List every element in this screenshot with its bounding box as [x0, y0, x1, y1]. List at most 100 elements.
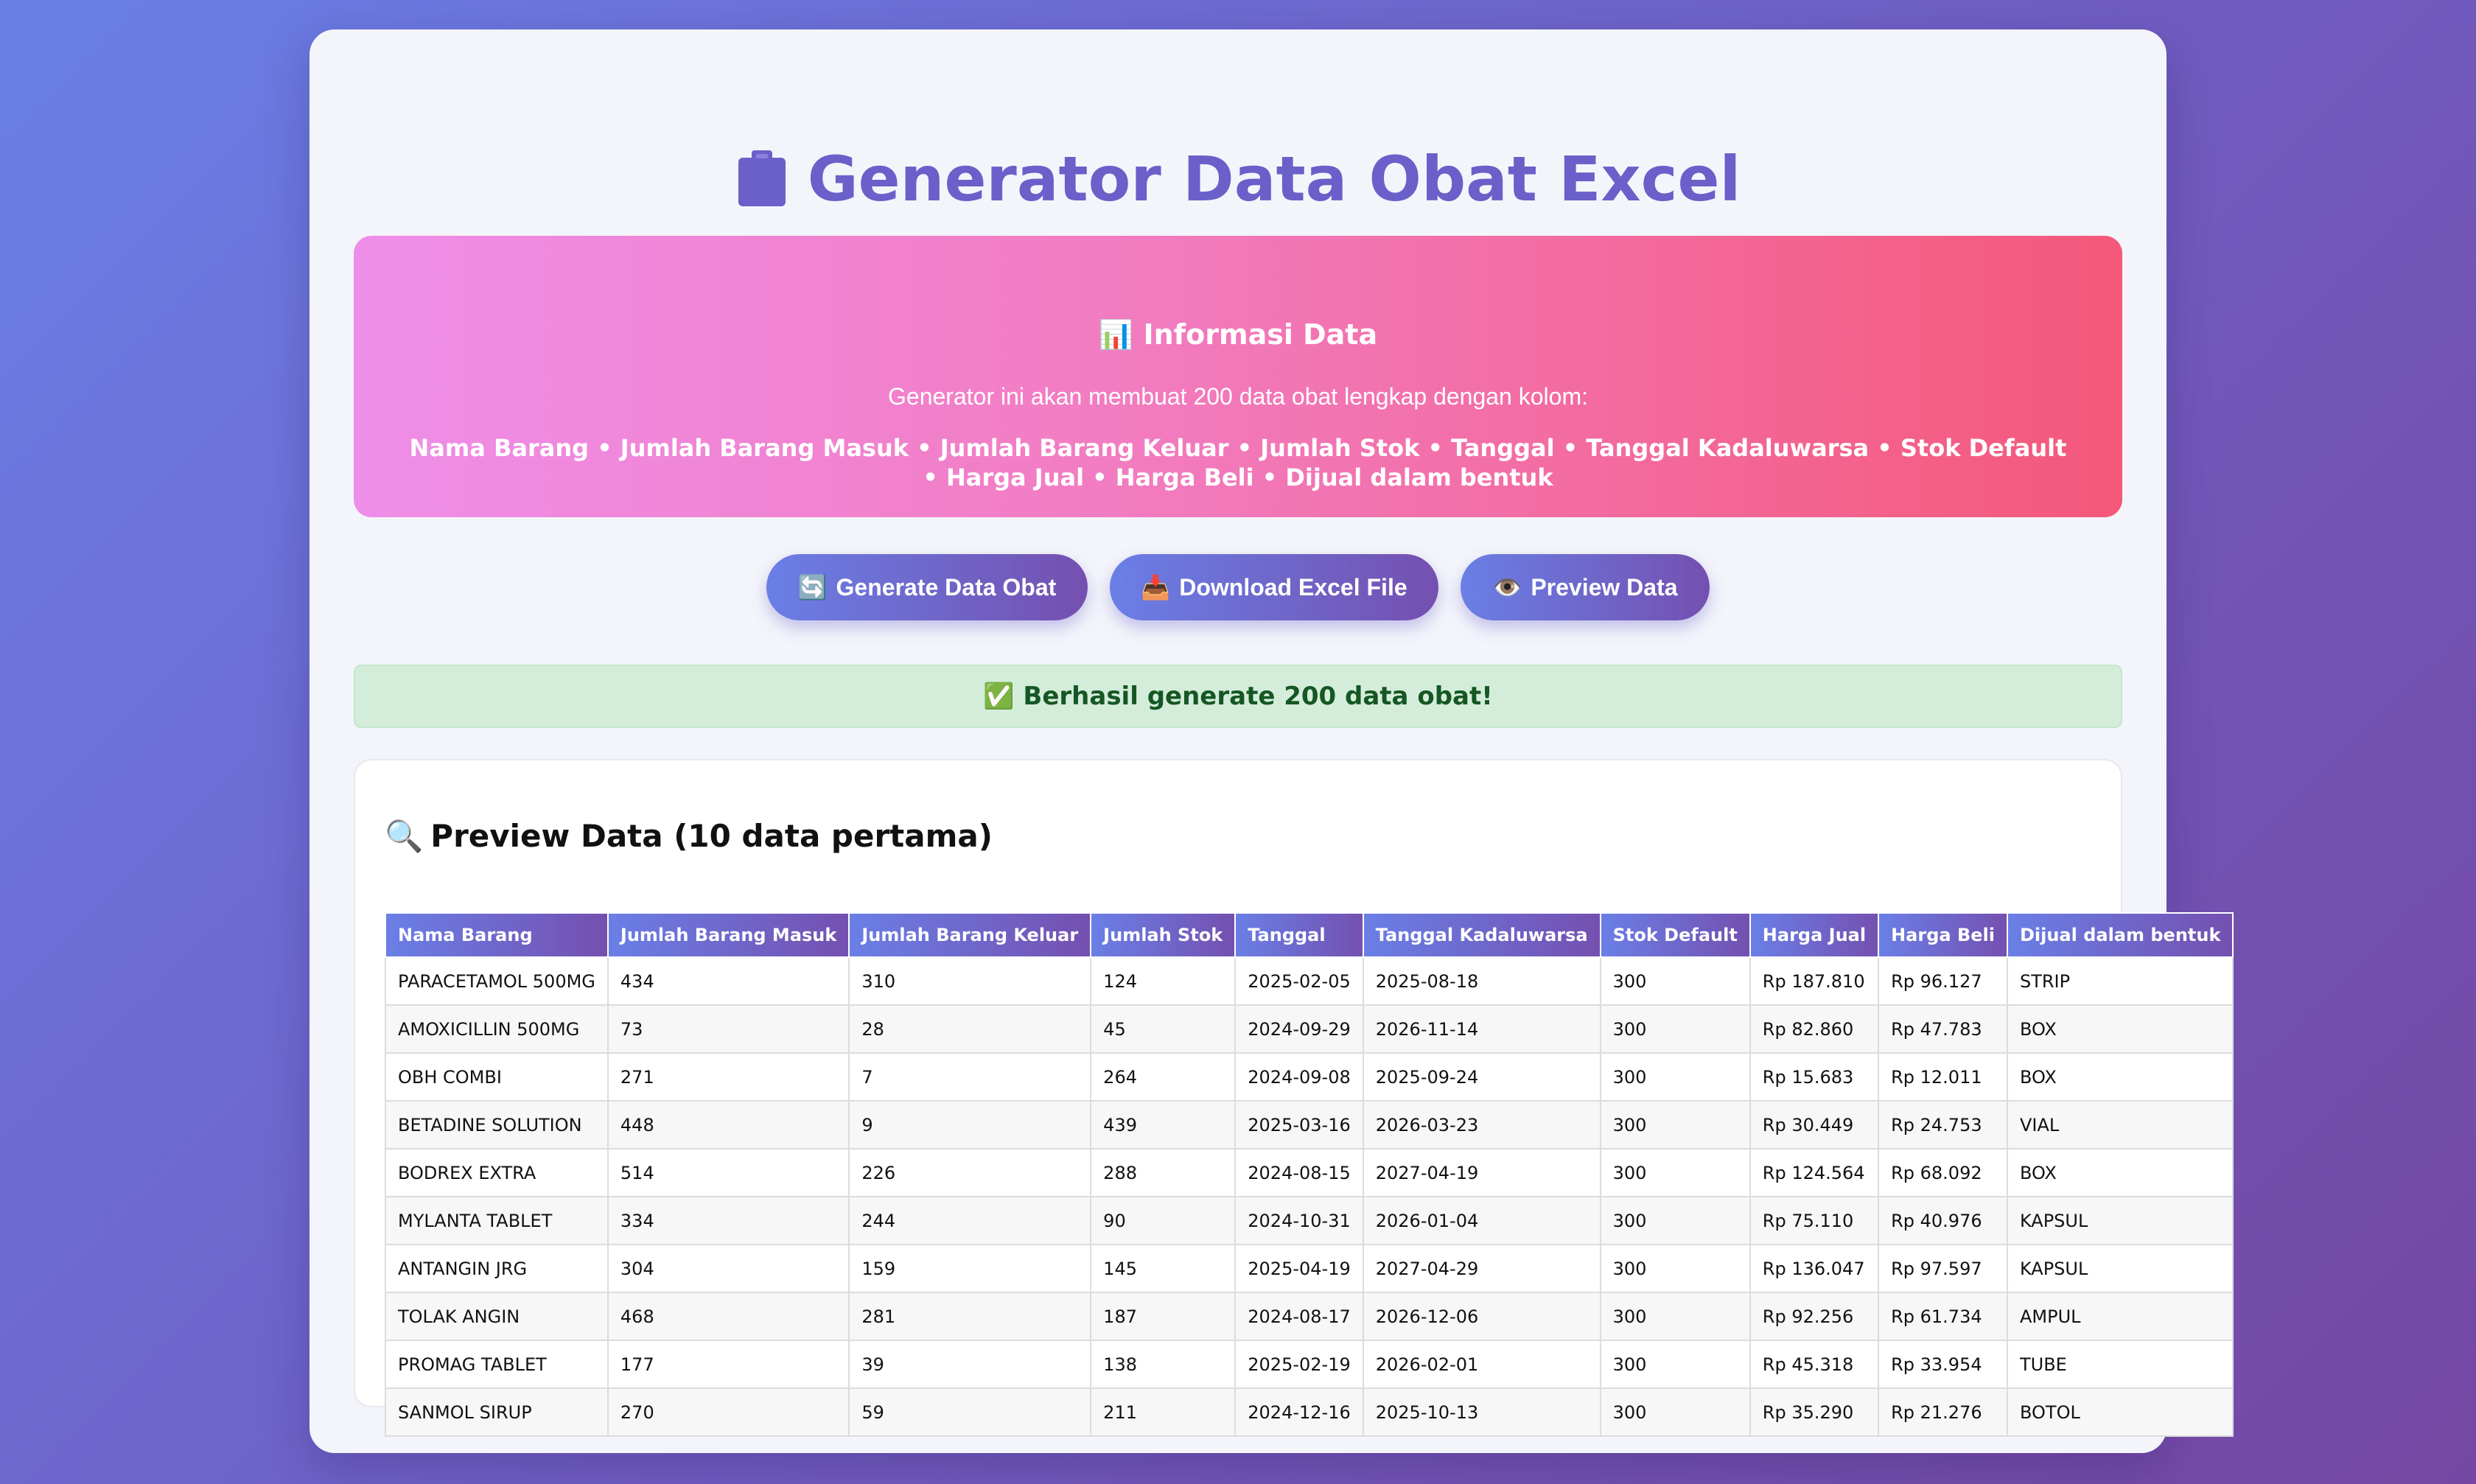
table-cell: 2024-09-08 [1234, 1052, 1364, 1102]
table-cell: 288 [1090, 1148, 1237, 1197]
table-cell: 2026-02-01 [1362, 1340, 1601, 1389]
table-cell: 271 [606, 1052, 850, 1102]
table-cell: BOX [2006, 1004, 2234, 1054]
table-cell: 59 [848, 1387, 1092, 1437]
table-cell: 310 [848, 956, 1092, 1006]
info-title: 📊 Informasi Data [354, 318, 2122, 351]
table-cell: 434 [606, 956, 850, 1006]
table-cell: PARACETAMOL 500MG [385, 956, 609, 1006]
table-cell: AMPUL [2006, 1292, 2234, 1341]
table-cell: 124 [1090, 956, 1237, 1006]
column-header: Tanggal Kadaluwarsa [1362, 912, 1601, 958]
table-cell: 2026-03-23 [1362, 1100, 1601, 1149]
table-cell: 300 [1599, 956, 1751, 1006]
table-cell: Rp 30.449 [1749, 1100, 1880, 1149]
table-cell: 300 [1599, 1148, 1751, 1197]
eye-icon: 👁️ [1492, 574, 1522, 601]
table-cell: Rp 40.976 [1878, 1196, 2008, 1245]
table-cell: AMOXICILLIN 500MG [385, 1004, 609, 1054]
preview-title: 🔍 Preview Data (10 data pertama) [385, 818, 993, 855]
column-header: Jumlah Stok [1090, 912, 1237, 958]
column-header: Jumlah Barang Keluar [848, 912, 1092, 958]
table-cell: Rp 124.564 [1749, 1148, 1880, 1197]
download-excel-label: Download Excel File [1179, 574, 1407, 601]
table-cell: 2025-03-16 [1234, 1100, 1364, 1149]
table-cell: TUBE [2006, 1340, 2234, 1389]
table-cell: PROMAG TABLET [385, 1340, 609, 1389]
table-cell: 270 [606, 1387, 850, 1437]
column-header: Stok Default [1599, 912, 1751, 958]
table-cell: 300 [1599, 1100, 1751, 1149]
table-cell: 2024-08-15 [1234, 1148, 1364, 1197]
table-cell: 264 [1090, 1052, 1237, 1102]
preview-data-button[interactable]: 👁️ Preview Data [1461, 554, 1710, 620]
table-cell: 300 [1599, 1004, 1751, 1054]
info-description: Generator ini akan membuat 200 data obat… [888, 383, 1588, 410]
table-cell: 2025-02-19 [1234, 1340, 1364, 1389]
preview-data-label: Preview Data [1531, 574, 1678, 601]
table-cell: 211 [1090, 1387, 1237, 1437]
table-cell: 2026-01-04 [1362, 1196, 1601, 1245]
table-cell: 2024-12-16 [1234, 1387, 1364, 1437]
table-cell: 2027-04-19 [1362, 1148, 1601, 1197]
table-cell: 281 [848, 1292, 1092, 1341]
table-cell: Rp 47.783 [1878, 1004, 2008, 1054]
table-cell: VIAL [2006, 1100, 2234, 1149]
generate-data-label: Generate Data Obat [836, 574, 1057, 601]
table-cell: Rp 136.047 [1749, 1244, 1880, 1293]
check-icon: ✅ [983, 682, 1015, 711]
table-cell: 304 [606, 1244, 850, 1293]
table-cell: 39 [848, 1340, 1092, 1389]
page-title-text: Generator Data Obat Excel [807, 143, 1741, 215]
table-cell: 300 [1599, 1340, 1751, 1389]
table-cell: 7 [848, 1052, 1092, 1102]
clipboard-icon [735, 146, 788, 206]
magnifier-icon: 🔍 [385, 818, 424, 854]
table-header-row: Nama Barang Jumlah Barang Masuk Jumlah B… [385, 912, 2234, 958]
table-cell: STRIP [2006, 956, 2234, 1006]
table-cell: KAPSUL [2006, 1196, 2234, 1245]
table-cell: Rp 45.318 [1749, 1340, 1880, 1389]
table-cell: 468 [606, 1292, 850, 1341]
table-cell: 2025-04-19 [1234, 1244, 1364, 1293]
table-row: ANTANGIN JRG 304 159 145 2025-04-19 2027-04-2… [385, 1244, 2234, 1293]
table-cell: 2025-02-05 [1234, 956, 1364, 1006]
table-row: AMOXICILLIN 500MG 73 28 45 2024-09-29 2026-11… [385, 1004, 2234, 1054]
table-cell: KAPSUL [2006, 1244, 2234, 1293]
table-cell: Rp 61.734 [1878, 1292, 2008, 1341]
table-row: PROMAG TABLET 177 39 138 2025-02-19 2026-02-0… [385, 1340, 2234, 1389]
table-body: PARACETAMOL 500MG 434 310 124 2025-02-05 2025… [385, 956, 2234, 1437]
table-row: BODREX EXTRA 514 226 288 2024-08-15 2027-04-1… [385, 1148, 2234, 1197]
table-cell: 2024-09-29 [1234, 1004, 1364, 1054]
table-cell: 244 [848, 1196, 1092, 1245]
table-cell: BETADINE SOLUTION [385, 1100, 609, 1149]
table-cell: Rp 96.127 [1878, 956, 2008, 1006]
table-cell: Rp 24.753 [1878, 1100, 2008, 1149]
download-excel-button[interactable]: 📥 Download Excel File [1110, 554, 1438, 620]
column-header: Dijual dalam bentuk [2006, 912, 2234, 958]
table-cell: 187 [1090, 1292, 1237, 1341]
info-panel: 📊 Informasi Data Generator ini akan memb… [354, 236, 2122, 517]
table-cell: 2026-11-14 [1362, 1004, 1601, 1054]
table-cell: 90 [1090, 1196, 1237, 1245]
table-cell: 28 [848, 1004, 1092, 1054]
table-cell: 514 [606, 1148, 850, 1197]
table-cell: OBH COMBI [385, 1052, 609, 1102]
generate-data-button[interactable]: 🔄 Generate Data Obat [766, 554, 1088, 620]
preview-table: Nama Barang Jumlah Barang Masuk Jumlah B… [385, 912, 2234, 1437]
table-cell: 2027-04-29 [1362, 1244, 1601, 1293]
table-cell: 300 [1599, 1387, 1751, 1437]
download-tray-icon: 📥 [1141, 574, 1171, 601]
table-cell: 300 [1599, 1196, 1751, 1245]
table-cell: Rp 35.290 [1749, 1387, 1880, 1437]
info-title-text: Informasi Data [1143, 318, 1378, 351]
table-cell: Rp 68.092 [1878, 1148, 2008, 1197]
table-cell: TOLAK ANGIN [385, 1292, 609, 1341]
table-row: SANMOL SIRUP 270 59 211 2024-12-16 2025-10-13… [385, 1387, 2234, 1437]
table-row: MYLANTA TABLET 334 244 90 2024-10-31 2026-01-… [385, 1196, 2234, 1245]
table-cell: SANMOL SIRUP [385, 1387, 609, 1437]
table-cell: Rp 187.810 [1749, 956, 1880, 1006]
column-header: Harga Beli [1878, 912, 2008, 958]
table-row: TOLAK ANGIN 468 281 187 2024-08-17 2026-12-06… [385, 1292, 2234, 1341]
table-cell: 226 [848, 1148, 1092, 1197]
